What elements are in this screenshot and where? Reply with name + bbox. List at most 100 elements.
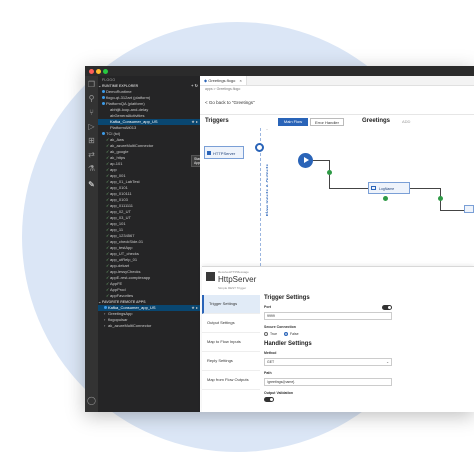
minimize-window-button[interactable] bbox=[96, 69, 101, 74]
title-bar bbox=[85, 66, 474, 76]
tree-item-label: app_101 bbox=[110, 221, 126, 226]
tree-item-label: app_03_UT bbox=[110, 215, 131, 220]
path-input[interactable]: /greetings/{name} bbox=[264, 378, 392, 386]
debug-icon[interactable]: ▷ bbox=[87, 122, 96, 131]
favorite-item-label: GreetingsApp bbox=[108, 311, 133, 316]
status-dot-icon bbox=[102, 90, 105, 94]
remote-icon[interactable]: ⇄ bbox=[87, 150, 96, 159]
activity-bar: ❐ ⚲ ⑂ ▷ ⊞ ⇄ ⚗ ✎ ◯ bbox=[85, 76, 98, 412]
close-window-button[interactable] bbox=[89, 69, 94, 74]
tree-item-label: appE-rest-complexapp bbox=[110, 275, 151, 280]
status-dot-icon bbox=[102, 96, 105, 100]
breadcrumb: apps > Greetings.flogo bbox=[205, 87, 241, 91]
path-label: Path bbox=[264, 371, 272, 375]
return-activity[interactable] bbox=[464, 205, 474, 213]
close-tab-icon[interactable]: × bbox=[239, 78, 241, 83]
favorite-item-label: ak_azureMultiConnector bbox=[108, 323, 152, 328]
tree-item-label: app_checkSide-01 bbox=[110, 239, 144, 244]
app-window: ❐ ⚲ ⑂ ▷ ⊞ ⇄ ⚗ ✎ ◯ FLOGO ⌄RUNTIME EXPLORE… bbox=[85, 66, 474, 412]
nav-reply-settings[interactable]: Reply Settings bbox=[202, 352, 260, 371]
secure-false-radio[interactable] bbox=[284, 332, 288, 336]
tree-item-label: app_UT_checks bbox=[110, 251, 139, 256]
nav-trigger-settings[interactable]: Trigger Settings bbox=[202, 295, 260, 314]
tree-item-label: app_010111 bbox=[110, 191, 132, 196]
back-to-app-link[interactable]: < Go back to "Greetings" bbox=[205, 100, 255, 105]
tree-item-label: ak_google bbox=[110, 149, 129, 154]
tree-item-label: abGeneralActivities bbox=[110, 113, 145, 118]
output-validation-toggle[interactable] bbox=[264, 397, 274, 402]
start-app-icon[interactable]: ▸ bbox=[196, 305, 198, 310]
trigger-icon bbox=[207, 151, 211, 155]
trigger-card-label: HTTPServer bbox=[213, 151, 236, 156]
favorite-item-label: Kafka_Consumer_app_US bbox=[108, 305, 156, 310]
play-icon[interactable] bbox=[298, 153, 313, 168]
trigger-config-panel: ReceiveHTTPMessage HttpServer Simple RES… bbox=[202, 266, 474, 412]
tree-item-label: TCI (tci) bbox=[106, 131, 121, 136]
star-icon[interactable]: ★ bbox=[191, 119, 195, 124]
star-icon[interactable]: ★ bbox=[191, 305, 195, 310]
port-toggle[interactable] bbox=[382, 305, 392, 310]
flogo-icon[interactable]: ✎ bbox=[87, 180, 96, 189]
triggers-heading: Triggers bbox=[205, 118, 229, 124]
flow-canvas: LogName bbox=[268, 128, 474, 266]
tree-item-label: ap-101 bbox=[110, 161, 123, 166]
main-flow-button[interactable]: Main Flow bbox=[278, 118, 308, 126]
flow-link-1 bbox=[313, 160, 329, 161]
add-flow-tab[interactable]: ADD bbox=[402, 119, 410, 124]
extensions-icon[interactable]: ⊞ bbox=[87, 136, 96, 145]
tree-item-label: app_0111111 bbox=[110, 203, 133, 208]
test-icon[interactable]: ⚗ bbox=[87, 164, 96, 173]
tree-item-label: ak_Aws bbox=[110, 137, 124, 142]
panel-description: Simple REST Trigger bbox=[218, 286, 247, 290]
method-select[interactable]: GET ⌄ bbox=[264, 358, 392, 366]
maximize-window-button[interactable] bbox=[103, 69, 108, 74]
status-dot-icon bbox=[102, 102, 105, 106]
http-server-icon bbox=[206, 272, 215, 281]
explorer-icon[interactable]: ❐ bbox=[87, 80, 96, 89]
tree-item-label: app_0103 bbox=[110, 197, 128, 202]
search-icon[interactable]: ⚲ bbox=[87, 94, 96, 103]
start-app-icon[interactable]: ▸ bbox=[196, 119, 198, 124]
flow-link-4 bbox=[410, 188, 440, 189]
flow-link-3 bbox=[329, 188, 368, 189]
output-validation-label: Output Validation bbox=[264, 391, 293, 395]
account-icon[interactable]: ◯ bbox=[87, 396, 96, 405]
editor: ◆ Greetings.flogo × apps > Greetings.flo… bbox=[200, 76, 474, 412]
start-app-tooltip: Start App bbox=[191, 155, 200, 167]
tab-greetings-flogo[interactable]: ◆ Greetings.flogo × bbox=[200, 76, 247, 85]
tree-item-label: app_utRelp_01 bbox=[110, 257, 138, 262]
port-input[interactable]: 9999 bbox=[264, 312, 392, 320]
tree-item-label: appFavorites bbox=[110, 293, 134, 298]
flow-io-connector[interactable] bbox=[255, 143, 264, 152]
http-trigger-card[interactable]: HTTPServer bbox=[204, 146, 244, 159]
flow-title: Greetings bbox=[362, 118, 391, 124]
tree-item-label: Kafka_Consumer_app_US bbox=[110, 119, 158, 124]
favorite-item[interactable]: › ak_azureMultiConnector bbox=[98, 323, 200, 329]
tree-item-label: app_testApp bbox=[110, 245, 133, 250]
refresh-icon[interactable]: ↻ bbox=[195, 83, 198, 88]
secure-true-radio[interactable] bbox=[264, 332, 268, 336]
tree-item-label: app_01_LabTest bbox=[110, 179, 140, 184]
nav-output-settings[interactable]: Output Settings bbox=[202, 314, 260, 333]
flogo-file-icon: ◆ bbox=[204, 78, 208, 83]
tree-item-label: AppProd bbox=[110, 287, 126, 292]
nav-map-from-flow-outputs[interactable]: Map from Flow Outputs bbox=[202, 371, 260, 390]
tree-item-label: app bbox=[110, 167, 117, 172]
tree-item-label: ak_https bbox=[110, 155, 126, 160]
method-label: Method bbox=[264, 351, 277, 355]
status-dot-icon bbox=[104, 306, 107, 310]
source-control-icon[interactable]: ⑂ bbox=[87, 108, 96, 117]
log-activity[interactable]: LogName bbox=[368, 182, 410, 194]
error-handler-button[interactable]: Error Handler bbox=[310, 118, 344, 126]
panel-title: HttpServer bbox=[218, 275, 257, 284]
tree-item-label: ak_azureMultiConnector bbox=[110, 143, 154, 148]
runtime-explorer-label: RUNTIME EXPLORER bbox=[102, 84, 139, 88]
trigger-settings-heading: Trigger Settings bbox=[264, 295, 310, 301]
secure-false-label: False bbox=[290, 332, 299, 336]
add-icon[interactable]: + bbox=[191, 83, 193, 88]
port-label: Port bbox=[264, 305, 271, 309]
tree-item-label: app_0101 bbox=[110, 185, 128, 190]
nav-map-to-flow-inputs[interactable]: Map to Flow Inputs bbox=[202, 333, 260, 352]
tree-item-label: flogo-qt-312art (platform) bbox=[106, 95, 151, 100]
tree-item-label: app_001 bbox=[110, 173, 126, 178]
